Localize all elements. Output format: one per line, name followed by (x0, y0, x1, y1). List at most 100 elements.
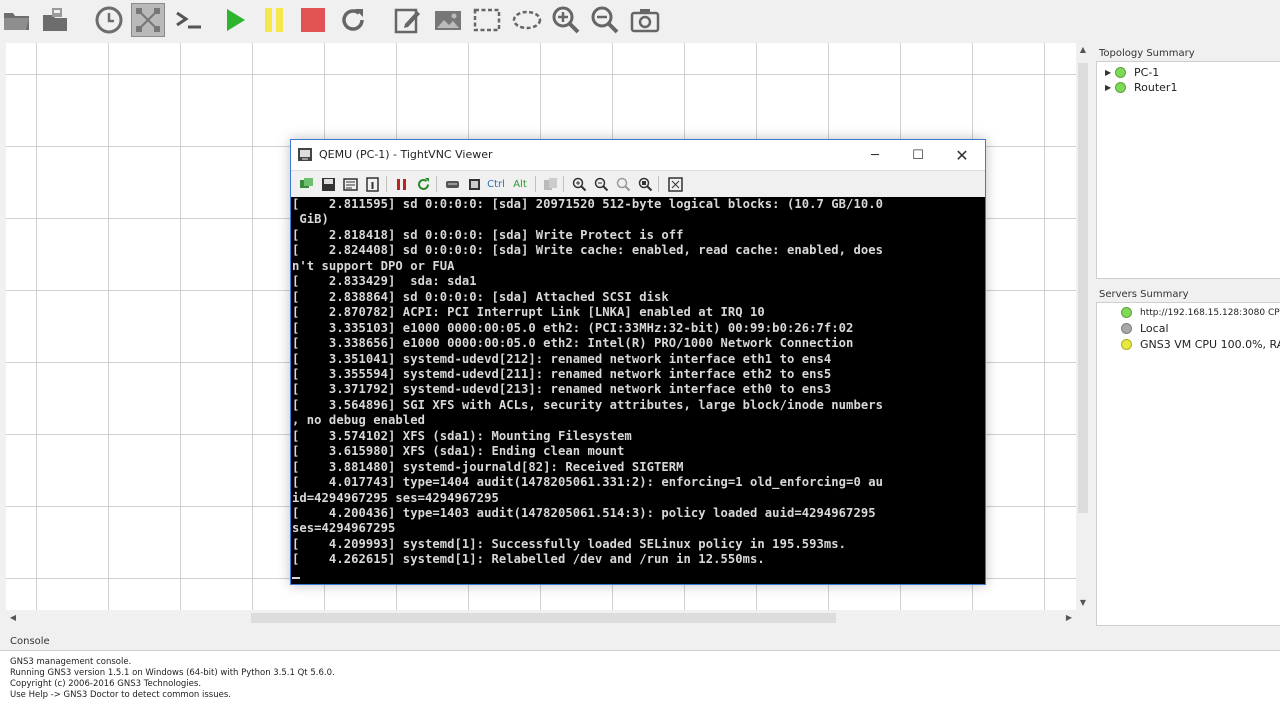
add-note-icon[interactable] (391, 3, 425, 37)
send-ctrl-alt-del-icon[interactable] (443, 175, 461, 193)
server-item-label: Local (1140, 322, 1169, 335)
close-icon[interactable]: ✕ (950, 146, 974, 165)
start-all-icon[interactable] (218, 3, 252, 37)
toolbar-separator (563, 176, 564, 192)
servers-summary-title: Servers Summary (1099, 289, 1189, 300)
show-interface-labels-icon[interactable] (131, 3, 165, 37)
zoom-auto-icon[interactable] (636, 175, 654, 193)
suspend-all-icon[interactable] (257, 3, 291, 37)
scroll-right-icon[interactable]: ▶ (1062, 610, 1076, 626)
servers-summary-panel: http://192.168.15.128:3080 CPU 0 Local G… (1096, 302, 1280, 626)
terminal-line: [ 3.351041] systemd-udevd[212]: renamed … (292, 351, 832, 366)
status-yellow-icon (1121, 339, 1132, 350)
console-all-icon[interactable] (172, 3, 206, 37)
terminal-line: [ 3.881480] systemd-journald[82]: Receiv… (292, 459, 684, 474)
console-line: GNS3 management console. (10, 657, 132, 667)
reload-all-icon[interactable] (336, 3, 370, 37)
terminal-line: id=4294967295 ses=4294967295 (292, 490, 499, 505)
open-folder-icon[interactable] (0, 3, 34, 37)
options-icon[interactable] (341, 175, 359, 193)
new-connection-icon[interactable] (297, 175, 315, 193)
console-line: Copyright (c) 2006-2016 GNS3 Technologie… (10, 679, 202, 689)
refresh-icon[interactable] (414, 175, 432, 193)
full-screen-icon[interactable] (666, 175, 684, 193)
vnc-terminal-screen[interactable]: [ 2.811595] sd 0:0:0:0: [sda] 20971520 5… (291, 197, 985, 584)
snapshot-clock-icon[interactable] (92, 3, 126, 37)
ctrl-key-toggle[interactable]: Ctrl (487, 175, 505, 193)
alt-key-toggle[interactable]: Alt (511, 175, 529, 193)
zoom-in-icon[interactable] (570, 175, 588, 193)
terminal-line: [ 3.564896] SGI XFS with ACLs, security … (292, 397, 883, 412)
expand-arrow-icon[interactable]: ▶ (1105, 83, 1115, 92)
server-item-label: GNS3 VM CPU 100.0%, RAM (1140, 338, 1280, 351)
terminal-line: [ 3.335103] e1000 0000:00:05.0 eth2: (PC… (292, 320, 854, 335)
topology-item-label: Router1 (1134, 81, 1178, 94)
terminal-line: [ 4.262615] systemd[1]: Relabelled /dev … (292, 552, 765, 567)
terminal-line: n't support DPO or FUA (292, 258, 455, 273)
zoom-in-icon[interactable] (549, 3, 583, 37)
topology-item-pc-1[interactable]: ▶ PC-1 (1105, 66, 1159, 79)
scroll-up-icon[interactable]: ▲ (1076, 43, 1090, 57)
console-output[interactable]: GNS3 management console. Running GNS3 ve… (0, 650, 1280, 721)
server-item-remote[interactable]: http://192.168.15.128:3080 CPU 0 (1121, 307, 1280, 318)
terminal-cursor (292, 577, 300, 579)
tightvnc-app-icon (298, 148, 312, 161)
screenshot-icon[interactable] (628, 3, 662, 37)
scroll-left-icon[interactable]: ◀ (6, 610, 20, 626)
server-item-local[interactable]: Local (1121, 322, 1169, 335)
vnc-window-title: QEMU (PC-1) - TightVNC Viewer (319, 148, 493, 161)
transfer-files-icon[interactable] (541, 175, 559, 193)
maximize-icon[interactable]: ☐ (906, 146, 930, 164)
terminal-line: [ 2.870782] ACPI: PCI Interrupt Link [LN… (292, 305, 765, 320)
topology-summary-panel: ▶ PC-1 ▶ Router1 (1096, 61, 1280, 279)
terminal-line: , no debug enabled (292, 413, 425, 428)
save-session-icon[interactable] (319, 175, 337, 193)
horizontal-scroll-thumb[interactable] (251, 613, 836, 623)
canvas-vertical-scrollbar[interactable]: ▲ ▼ (1076, 43, 1090, 610)
vnc-titlebar[interactable]: QEMU (PC-1) - TightVNC Viewer ─ ☐ ✕ (291, 140, 985, 170)
terminal-line: [ 3.355594] systemd-udevd[211]: renamed … (292, 366, 832, 381)
vnc-toolbar: Ctrl Alt (291, 170, 985, 198)
terminal-line: [ 2.811595] sd 0:0:0:0: [sda] 20971520 5… (292, 197, 883, 211)
vertical-scroll-thumb[interactable] (1078, 63, 1088, 513)
status-green-icon (1115, 82, 1126, 93)
terminal-line: [ 2.838864] sd 0:0:0:0: [sda] Attached S… (292, 289, 669, 304)
save-project-icon[interactable] (38, 3, 72, 37)
expand-arrow-icon[interactable]: ▶ (1105, 68, 1115, 77)
send-ctrl-esc-icon[interactable] (465, 175, 483, 193)
terminal-line: [ 2.833429] sda: sda1 (292, 274, 477, 289)
main-toolbar (0, 0, 1280, 42)
terminal-line: [ 3.574102] XFS (sda1): Mounting Filesys… (292, 428, 632, 443)
topology-item-router1[interactable]: ▶ Router1 (1105, 81, 1177, 94)
pause-icon[interactable] (392, 175, 410, 193)
zoom-100-icon[interactable] (614, 175, 632, 193)
vnc-viewer-window: QEMU (PC-1) - TightVNC Viewer ─ ☐ ✕ Ctrl… (290, 139, 986, 585)
insert-picture-icon[interactable] (431, 3, 465, 37)
zoom-out-icon[interactable] (592, 175, 610, 193)
status-green-icon (1115, 67, 1126, 78)
terminal-line: [ 4.209993] systemd[1]: Successfully loa… (292, 536, 847, 551)
stop-all-icon[interactable] (296, 3, 330, 37)
zoom-out-icon[interactable] (588, 3, 622, 37)
toolbar-separator (386, 176, 387, 192)
terminal-line: GiB) (292, 212, 329, 227)
connection-info-icon[interactable] (363, 175, 381, 193)
scroll-down-icon[interactable]: ▼ (1076, 596, 1090, 610)
terminal-line: [ 3.338656] e1000 0000:00:05.0 eth2: Int… (292, 336, 854, 351)
terminal-line: ses=4294967295 (292, 521, 396, 536)
draw-ellipse-icon[interactable] (510, 3, 544, 37)
draw-rectangle-icon[interactable] (470, 3, 504, 37)
canvas-horizontal-scrollbar[interactable]: ◀ ▶ (6, 610, 1076, 626)
minimize-icon[interactable]: ─ (863, 146, 887, 164)
terminal-line: [ 2.818418] sd 0:0:0:0: [sda] Write Prot… (292, 227, 684, 242)
terminal-line: [ 4.200436] type=1403 audit(1478205061.5… (292, 506, 876, 520)
terminal-line: [ 4.017743] type=1404 audit(1478205061.3… (292, 475, 883, 490)
console-line: Running GNS3 version 1.5.1 on Windows (6… (10, 668, 335, 678)
topology-summary-title: Topology Summary (1099, 48, 1195, 59)
status-green-icon (1121, 307, 1132, 318)
console-line: Use Help -> GNS3 Doctor to detect common… (10, 690, 231, 700)
toolbar-separator (658, 176, 659, 192)
server-item-gns3-vm[interactable]: GNS3 VM CPU 100.0%, RAM (1121, 338, 1280, 351)
server-item-label: http://192.168.15.128:3080 CPU 0 (1140, 307, 1280, 318)
toolbar-separator (535, 176, 536, 192)
